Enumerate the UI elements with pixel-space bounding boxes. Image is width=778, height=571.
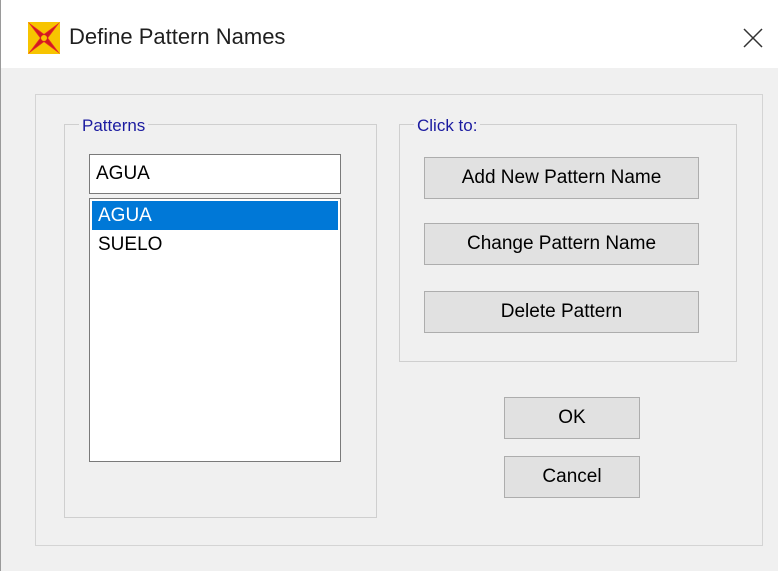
cancel-button[interactable]: Cancel	[504, 456, 640, 498]
list-item-agua[interactable]: AGUA	[92, 201, 338, 230]
patterns-group-label: Patterns	[79, 116, 149, 136]
click-to-group-label: Click to:	[414, 116, 481, 136]
list-item-suelo[interactable]: SUELO	[92, 230, 338, 259]
add-new-pattern-button[interactable]: Add New Pattern Name	[424, 157, 699, 199]
pattern-name-input[interactable]: AGUA	[89, 154, 341, 194]
define-pattern-names-dialog: Define Pattern Names Patterns AGUA AGUA …	[0, 0, 778, 571]
window-title: Define Pattern Names	[69, 24, 286, 49]
ok-button[interactable]: OK	[504, 397, 640, 439]
delete-pattern-button[interactable]: Delete Pattern	[424, 291, 699, 333]
close-icon[interactable]	[731, 16, 775, 60]
title-bar[interactable]: Define Pattern Names	[1, 0, 778, 68]
patterns-listbox[interactable]: AGUA SUELO	[89, 198, 341, 462]
app-icon	[28, 22, 60, 54]
change-pattern-name-button[interactable]: Change Pattern Name	[424, 223, 699, 265]
